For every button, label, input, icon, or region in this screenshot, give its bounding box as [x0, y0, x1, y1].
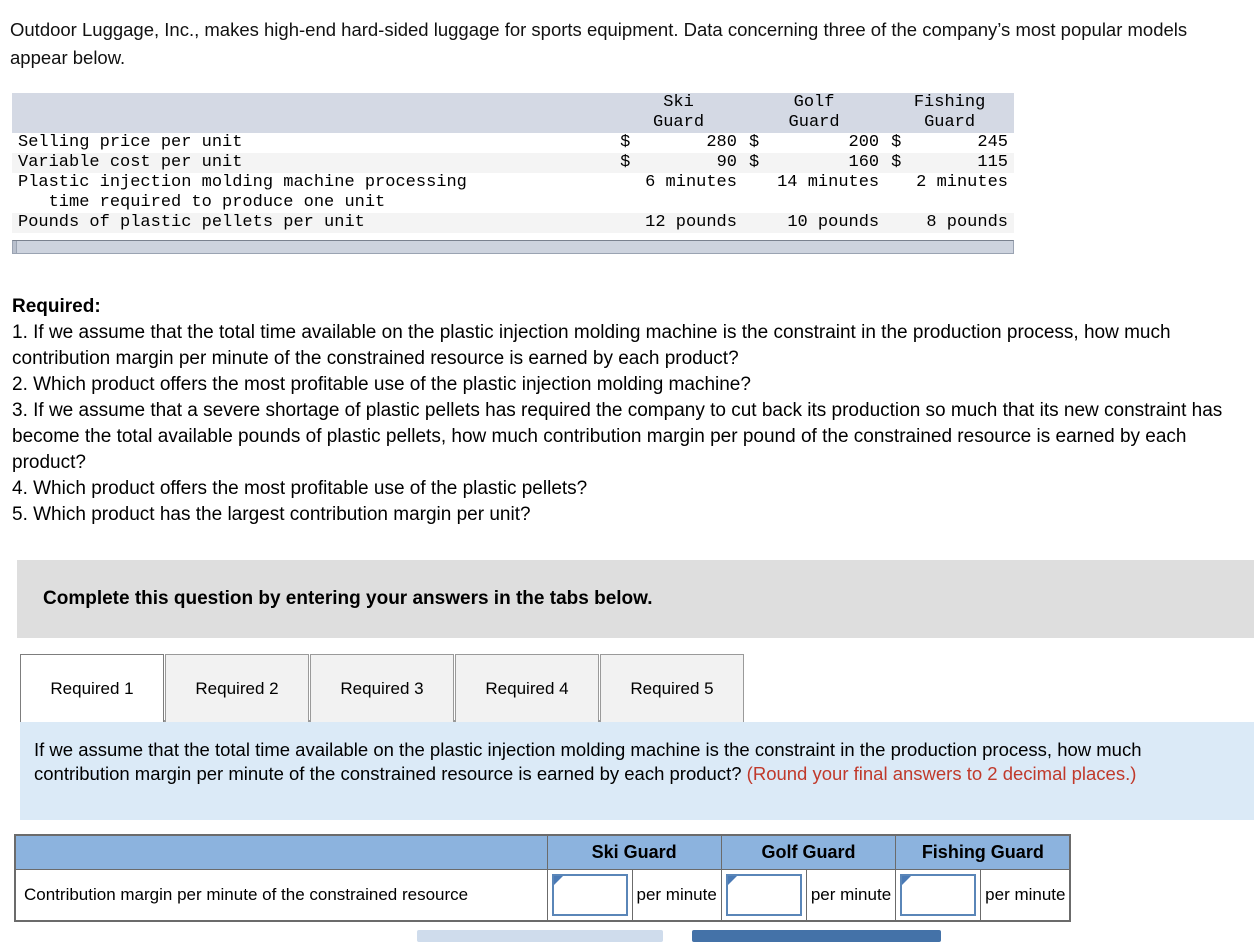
answer-input-golf-guard[interactable]: [725, 873, 802, 916]
facts-header-blank: [12, 93, 615, 133]
facts-value-fishing: 8 pounds: [885, 213, 1014, 233]
answer-unit-ski: per minute: [631, 868, 722, 922]
input-marker-icon: [727, 875, 737, 885]
facts-value-fishing: 245: [977, 133, 1008, 152]
facts-row-label: Pounds of plastic pellets per unit: [12, 213, 615, 233]
answer-input-cell-fishing[interactable]: [895, 868, 982, 922]
product-data-table: Ski Guard Golf Guard Fishing Guard Selli…: [12, 93, 1014, 233]
required-heading: Required:: [12, 296, 101, 317]
answer-header-blank: [14, 834, 548, 870]
facts-header-fishing-guard: Fishing Guard: [885, 93, 1014, 133]
facts-currency: $: [614, 153, 637, 173]
facts-value-ski: 6 minutes: [645, 173, 737, 192]
facts-value-golf: 200: [848, 133, 880, 152]
answer-header-fishing-guard: Fishing Guard: [895, 834, 1071, 870]
required-item-1: 1. If we assume that the total time avai…: [12, 322, 1171, 369]
answer-input-cell-ski[interactable]: [546, 868, 633, 922]
facts-value-ski: 280: [706, 133, 737, 152]
facts-value-golf: 160: [765, 153, 886, 173]
answer-header-golf-guard: Golf Guard: [720, 834, 897, 870]
table-row: Pounds of plastic pellets per unit 12 po…: [12, 213, 1014, 233]
input-marker-icon: [553, 875, 563, 885]
facts-value-fishing: 2 minutes: [916, 173, 1008, 192]
facts-row-label-line1: Plastic injection molding machine proces…: [18, 173, 467, 192]
facts-value-ski: 12 pounds: [614, 213, 743, 233]
answer-header-ski-guard: Ski Guard: [546, 834, 722, 870]
facts-header-golf-guard: Golf Guard: [742, 93, 886, 133]
facts-currency: $: [748, 133, 760, 152]
tab-required-3[interactable]: Required 3: [310, 654, 454, 722]
answer-input-ski-guard[interactable]: [551, 873, 628, 916]
facts-value-golf: 14 minutes: [777, 173, 880, 192]
required-item-2: 2. Which product offers the most profita…: [12, 374, 751, 395]
facts-row-label: Selling price per unit: [18, 133, 243, 152]
facts-row-label: Variable cost per unit: [12, 153, 615, 173]
required-item-3: 3. If we assume that a severe shortage o…: [12, 400, 1223, 473]
facts-value-golf: 10 pounds: [742, 213, 886, 233]
answer-table: Ski Guard Golf Guard Fishing Guard Contr…: [14, 834, 1072, 922]
facts-currency: $: [742, 153, 766, 173]
facts-header-row: Ski Guard Golf Guard Fishing Guard: [12, 93, 1014, 133]
facts-currency: $: [885, 153, 908, 173]
required-item-5: 5. Which product has the largest contrib…: [12, 504, 531, 525]
answer-input-cell-golf[interactable]: [720, 868, 807, 922]
facts-table-horizontal-scrollbar[interactable]: [12, 240, 1014, 254]
input-marker-icon: [902, 875, 912, 885]
facts-row-label-line2: time required to produce one unit: [18, 193, 386, 212]
table-row: Selling price per unit $ 280 $ 200 $ 245: [12, 133, 1014, 153]
answer-row-label: Contribution margin per minute of the co…: [14, 868, 548, 922]
scrollbar-thumb[interactable]: [13, 241, 17, 253]
answer-input-fishing-guard[interactable]: [900, 873, 977, 916]
question-prompt-panel: If we assume that the total time availab…: [20, 722, 1254, 820]
tab-bar: Required 1 Required 2 Required 3 Require…: [20, 652, 745, 722]
answer-row: Contribution margin per minute of the co…: [14, 868, 1071, 922]
next-button[interactable]: [692, 930, 941, 942]
facts-value-ski: 90: [636, 153, 743, 173]
rounding-note: (Round your final answers to 2 decimal p…: [746, 763, 1137, 784]
intro-paragraph: Outdoor Luggage, Inc., makes high-end ha…: [10, 19, 1188, 68]
facts-currency: $: [891, 133, 902, 152]
facts-row-label: Plastic injection molding machine proces…: [12, 173, 614, 213]
required-item-4: 4. Which product offers the most profita…: [12, 478, 588, 499]
facts-currency: $: [620, 133, 631, 152]
tab-required-4[interactable]: Required 4: [455, 654, 599, 722]
required-section: Required: 1. If we assume that the total…: [12, 296, 1252, 528]
tab-required-1[interactable]: Required 1: [20, 654, 164, 722]
tab-required-5[interactable]: Required 5: [600, 654, 744, 722]
facts-header-ski-guard: Ski Guard: [614, 93, 743, 133]
tab-required-2[interactable]: Required 2: [165, 654, 309, 722]
navigation-button-row: [0, 930, 1254, 942]
facts-value-fishing: 115: [907, 153, 1014, 173]
question-page: Outdoor Luggage, Inc., makes high-end ha…: [0, 0, 1254, 942]
previous-button[interactable]: [417, 930, 663, 942]
answer-unit-golf: per minute: [805, 868, 897, 922]
answer-header-row: Ski Guard Golf Guard Fishing Guard: [14, 834, 1071, 870]
table-row: Plastic injection molding machine proces…: [12, 173, 1014, 213]
table-row: Variable cost per unit $ 90 $ 160 $ 115: [12, 153, 1014, 173]
answer-unit-fishing: per minute: [980, 868, 1071, 922]
instruction-banner: Complete this question by entering your …: [17, 560, 1254, 638]
